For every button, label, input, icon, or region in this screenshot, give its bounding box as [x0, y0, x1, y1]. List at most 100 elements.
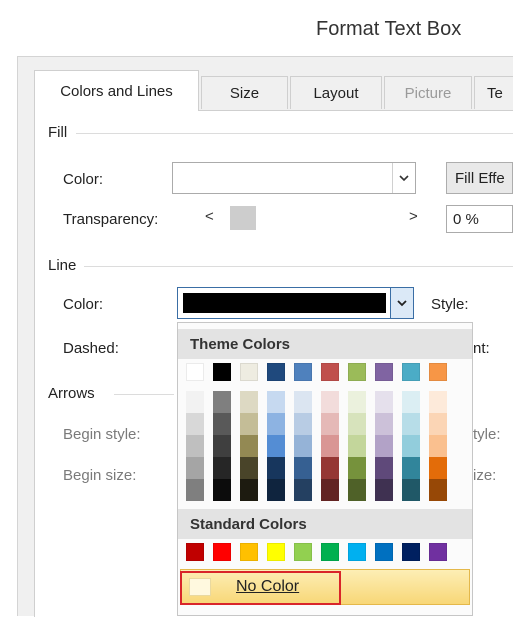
theme-shade-swatch[interactable] [321, 391, 339, 413]
transparency-input[interactable]: 0 % [446, 205, 513, 233]
transparency-slider[interactable]: < > [200, 204, 432, 232]
tab-layout[interactable]: Layout [290, 76, 382, 109]
slider-thumb[interactable] [230, 206, 256, 230]
arrows-section-label: Arrows [48, 385, 95, 402]
theme-shade-swatch[interactable] [429, 435, 447, 457]
theme-shade-swatch[interactable] [213, 435, 231, 457]
weight-label: nt: [473, 340, 490, 357]
theme-shade-swatch[interactable] [294, 479, 312, 501]
theme-color-swatch[interactable] [429, 363, 447, 381]
chevron-down-icon[interactable] [392, 163, 415, 193]
standard-color-swatch[interactable] [402, 543, 420, 561]
standard-color-swatch[interactable] [321, 543, 339, 561]
theme-shade-swatch[interactable] [240, 391, 258, 413]
theme-shade-swatch[interactable] [375, 479, 393, 501]
theme-shade-swatch[interactable] [402, 479, 420, 501]
dialog-border-left [17, 56, 18, 616]
theme-shade-swatch[interactable] [267, 479, 285, 501]
theme-colors-header: Theme Colors [178, 329, 472, 359]
theme-shade-swatch[interactable] [294, 413, 312, 435]
line-color-dropdown[interactable] [177, 287, 414, 319]
theme-color-swatch[interactable] [402, 363, 420, 381]
fill-effects-button[interactable]: Fill Effe [446, 162, 513, 194]
theme-shade-swatch[interactable] [186, 435, 204, 457]
theme-shade-swatch[interactable] [240, 457, 258, 479]
theme-shade-swatch[interactable] [321, 413, 339, 435]
end-size-label: ize: [473, 467, 497, 484]
window-title: Format Text Box [316, 18, 462, 40]
theme-shade-swatch[interactable] [402, 435, 420, 457]
theme-color-swatch[interactable] [321, 363, 339, 381]
transparency-label: Transparency: [63, 211, 159, 228]
theme-shade-swatch[interactable] [429, 457, 447, 479]
theme-shade-swatch[interactable] [348, 457, 366, 479]
theme-color-swatch[interactable] [348, 363, 366, 381]
tab-text-box[interactable]: Te [474, 76, 513, 109]
standard-color-swatch[interactable] [186, 543, 204, 561]
theme-shade-swatch[interactable] [267, 413, 285, 435]
theme-shade-swatch[interactable] [402, 391, 420, 413]
theme-shade-swatch[interactable] [321, 457, 339, 479]
theme-shade-swatch[interactable] [375, 391, 393, 413]
theme-shade-swatch[interactable] [294, 457, 312, 479]
theme-shade-swatch[interactable] [429, 391, 447, 413]
theme-shade-swatch[interactable] [240, 479, 258, 501]
theme-color-swatch[interactable] [240, 363, 258, 381]
standard-color-swatch[interactable] [348, 543, 366, 561]
begin-style-label: Begin style: [63, 426, 141, 443]
theme-shade-swatch[interactable] [375, 457, 393, 479]
theme-color-swatch[interactable] [294, 363, 312, 381]
theme-shade-swatch[interactable] [375, 435, 393, 457]
standard-color-swatch[interactable] [375, 543, 393, 561]
theme-shade-swatch[interactable] [186, 413, 204, 435]
theme-shade-swatch[interactable] [348, 479, 366, 501]
theme-shade-swatch[interactable] [213, 391, 231, 413]
theme-shade-swatch[interactable] [321, 479, 339, 501]
fill-section-label: Fill [48, 124, 68, 141]
theme-shade-swatch[interactable] [402, 413, 420, 435]
theme-shade-swatch[interactable] [186, 457, 204, 479]
standard-color-swatch[interactable] [429, 543, 447, 561]
theme-shade-swatch[interactable] [429, 413, 447, 435]
dialog-border-top [17, 56, 513, 57]
theme-shade-swatch[interactable] [267, 457, 285, 479]
theme-shade-swatch[interactable] [348, 435, 366, 457]
theme-shade-swatch[interactable] [402, 457, 420, 479]
fill-color-dropdown[interactable] [172, 162, 416, 194]
standard-color-swatch[interactable] [240, 543, 258, 561]
tab-colors-and-lines[interactable]: Colors and Lines [34, 70, 199, 111]
theme-shade-swatch[interactable] [240, 413, 258, 435]
theme-color-swatch[interactable] [186, 363, 204, 381]
dashed-label: Dashed: [63, 340, 119, 357]
theme-shade-swatch[interactable] [213, 457, 231, 479]
theme-color-swatch[interactable] [375, 363, 393, 381]
theme-shade-swatch[interactable] [348, 413, 366, 435]
theme-shade-swatch[interactable] [267, 391, 285, 413]
theme-shade-swatch[interactable] [348, 391, 366, 413]
theme-shade-swatch[interactable] [294, 391, 312, 413]
tab-size[interactable]: Size [201, 76, 288, 109]
no-color-highlight [180, 571, 341, 605]
theme-shade-swatch[interactable] [186, 479, 204, 501]
theme-shade-swatch[interactable] [213, 413, 231, 435]
standard-color-swatch[interactable] [267, 543, 285, 561]
theme-shade-swatch[interactable] [375, 413, 393, 435]
theme-shade-swatch[interactable] [186, 391, 204, 413]
line-divider [84, 266, 513, 267]
standard-color-swatch[interactable] [294, 543, 312, 561]
theme-shade-swatch[interactable] [321, 435, 339, 457]
slider-left-arrow-icon[interactable]: < [205, 208, 214, 225]
chevron-down-icon[interactable] [390, 288, 413, 318]
line-color-swatch [183, 293, 386, 313]
theme-color-swatch[interactable] [267, 363, 285, 381]
theme-shade-swatch[interactable] [240, 435, 258, 457]
theme-shade-swatch[interactable] [267, 435, 285, 457]
theme-shade-swatch[interactable] [213, 479, 231, 501]
end-style-label: tyle: [473, 426, 501, 443]
theme-color-swatch[interactable] [213, 363, 231, 381]
standard-color-swatch[interactable] [213, 543, 231, 561]
theme-shade-swatch[interactable] [429, 479, 447, 501]
fill-color-label: Color: [63, 171, 104, 188]
theme-shade-swatch[interactable] [294, 435, 312, 457]
slider-right-arrow-icon[interactable]: > [409, 208, 418, 225]
